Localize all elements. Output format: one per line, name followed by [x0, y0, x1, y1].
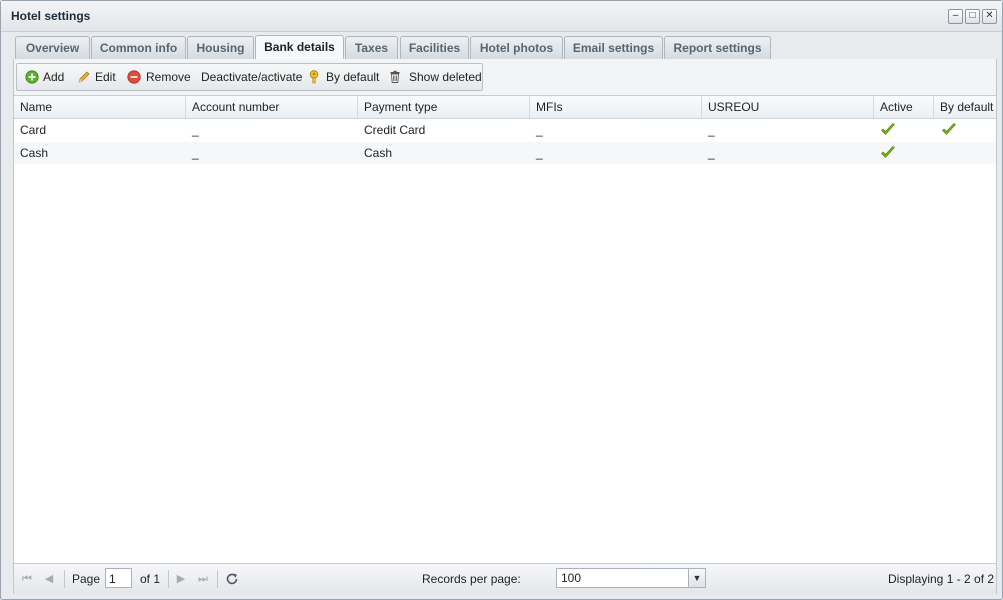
show-deleted-label: Show deleted	[409, 70, 482, 84]
records-per-page-value: 100	[561, 571, 582, 585]
tab-email-settings[interactable]: Email settings	[564, 36, 663, 59]
cell-payment-type: Credit Card	[364, 123, 426, 137]
records-per-page-select[interactable]: 100 ▼	[556, 568, 706, 588]
hotel-settings-window: Hotel settings – □ ✕ Overview Common inf…	[0, 0, 1003, 600]
by-default-label: By default	[326, 70, 380, 84]
page-label: Page	[72, 572, 101, 586]
remove-label: Remove	[146, 70, 191, 84]
bank-details-grid: Name Account number Payment type MFIs US…	[14, 95, 996, 564]
edit-button[interactable]: Edit	[77, 69, 117, 85]
remove-button[interactable]: Remove	[127, 69, 191, 85]
cell-usreou: _	[708, 123, 715, 137]
show-deleted-button[interactable]: Show deleted	[388, 69, 482, 85]
active-check-icon	[881, 146, 895, 158]
pager-separator	[64, 570, 65, 588]
cell-usreou: _	[708, 146, 715, 160]
window-title: Hotel settings	[11, 9, 91, 23]
by-default-button[interactable]: By default	[307, 69, 382, 85]
column-header-name[interactable]: Name	[14, 96, 186, 118]
page-count-label: of 1	[140, 572, 161, 586]
maximize-icon[interactable]: □	[965, 9, 980, 24]
grid-toolbar: Add Edit Remove Deactivate/activate By d…	[16, 63, 483, 91]
column-header-usreou[interactable]: USREOU	[702, 96, 874, 118]
column-header-mfis[interactable]: MFIs	[530, 96, 702, 118]
column-header-by-default[interactable]: By default	[934, 96, 996, 118]
deactivate-activate-button[interactable]: Deactivate/activate	[201, 69, 302, 85]
pager-separator	[168, 570, 169, 588]
tab-common-info[interactable]: Common info	[91, 36, 186, 59]
close-icon[interactable]: ✕	[982, 9, 997, 24]
pager-separator	[217, 570, 218, 588]
tab-housing[interactable]: Housing	[187, 36, 254, 59]
paging-toolbar: ⏮ ◀ Page 1 of 1 ▶ ⏭ Records per page: 10…	[14, 563, 996, 594]
table-row[interactable]: Cash _ Cash _ _	[14, 142, 996, 164]
active-check-icon	[881, 123, 895, 135]
deactivate-activate-label: Deactivate/activate	[201, 70, 303, 84]
table-row[interactable]: Card _ Credit Card _ _	[14, 119, 996, 141]
cell-payment-type: Cash	[364, 146, 393, 160]
key-icon	[309, 70, 319, 84]
tab-bank-details[interactable]: Bank details	[255, 35, 344, 60]
chevron-down-icon[interactable]: ▼	[688, 569, 705, 587]
column-header-account-number[interactable]: Account number	[186, 96, 358, 118]
remove-icon	[127, 70, 141, 84]
page-number-input[interactable]: 1	[105, 568, 132, 588]
pencil-icon	[78, 71, 90, 83]
tab-overview[interactable]: Overview	[15, 36, 90, 59]
tab-taxes[interactable]: Taxes	[345, 36, 398, 59]
cell-account-number: _	[192, 123, 199, 137]
edit-label: Edit	[95, 70, 116, 84]
tab-report-settings[interactable]: Report settings	[664, 36, 771, 59]
displaying-status: Displaying 1 - 2 of 2	[888, 572, 995, 586]
trash-icon	[390, 70, 400, 83]
default-check-icon	[942, 123, 956, 135]
add-button[interactable]: Add	[25, 69, 65, 85]
column-header-payment-type[interactable]: Payment type	[358, 96, 530, 118]
next-page-icon[interactable]: ▶	[174, 572, 188, 586]
settings-tabs: Overview Common info Housing Bank detail…	[13, 35, 997, 60]
cell-name: Cash	[20, 146, 49, 160]
bank-details-panel: Add Edit Remove Deactivate/activate By d…	[13, 59, 997, 594]
column-header-active[interactable]: Active	[874, 96, 934, 118]
cell-name: Card	[20, 123, 47, 137]
last-page-icon[interactable]: ⏭	[196, 572, 210, 586]
cell-mfis: _	[536, 123, 543, 137]
add-label: Add	[43, 70, 65, 84]
window-titlebar[interactable]: Hotel settings – □ ✕	[1, 1, 1002, 32]
cell-mfis: _	[536, 146, 543, 160]
cell-account-number: _	[192, 146, 199, 160]
first-page-icon[interactable]: ⏮	[20, 572, 34, 586]
records-per-page-label: Records per page:	[422, 572, 521, 586]
add-icon	[25, 70, 39, 84]
grid-header: Name Account number Payment type MFIs US…	[14, 96, 996, 119]
minimize-icon[interactable]: –	[948, 9, 963, 24]
tab-hotel-photos[interactable]: Hotel photos	[470, 36, 563, 59]
tab-facilities[interactable]: Facilities	[400, 36, 469, 59]
prev-page-icon[interactable]: ◀	[42, 572, 56, 586]
refresh-icon[interactable]	[225, 572, 239, 586]
